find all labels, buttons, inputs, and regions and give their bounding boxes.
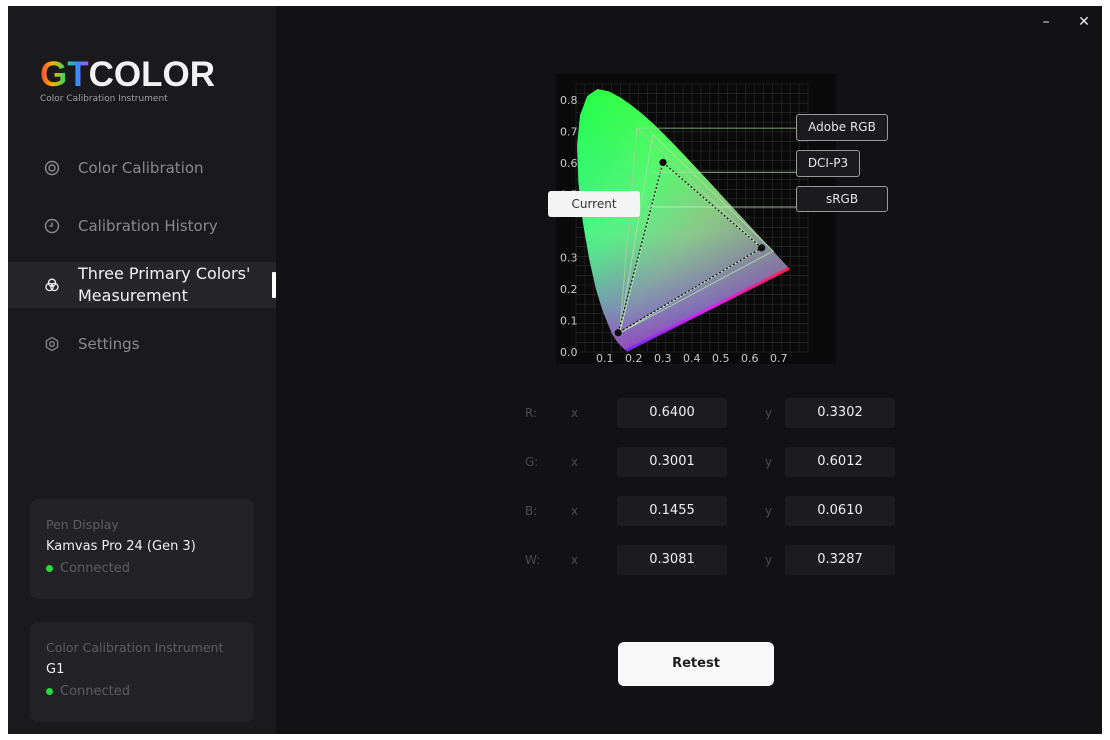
rgb-circles-icon [45,278,59,292]
legend-srgb: sRGB [796,186,888,212]
row-label: W: [525,553,541,567]
gear-icon [45,336,59,352]
r-y-value: 0.3302 [785,398,895,428]
current-point-r [758,244,766,252]
aperture-icon [44,160,60,176]
sidebar-item-three-primary-colors[interactable]: Three Primary Colors' Measurement [8,262,276,308]
w-x-value: 0.3081 [617,545,727,575]
pen-display-status: Connected [46,561,238,576]
instrument-status-text: Connected [60,684,131,699]
status-dot [46,688,53,695]
measurement-row-r: R: x 0.6400 y 0.3302 [525,398,895,428]
x-tick-label: 0.4 [683,352,701,364]
y-tick-label: 0.6 [560,157,578,170]
app-window: GTCOLOR Color Calibration Instrument Col… [8,6,1102,734]
x-label: x [571,406,579,420]
close-button[interactable]: ✕ [1072,10,1096,34]
x-tick-label: 0.5 [712,352,730,364]
y-label: y [765,504,773,518]
measurement-row-g: G: x 0.3001 y 0.6012 [525,447,895,477]
sidebar-item-label: Calibration History [78,217,218,235]
sidebar-item-settings[interactable]: Settings [8,322,276,366]
x-tick-label: 0.3 [654,352,672,364]
y-tick-label: 0.7 [560,125,578,138]
row-label: R: [525,406,538,420]
legend-dci-p3: DCI-P3 [796,150,860,177]
pen-display-status-text: Connected [60,561,131,576]
legend-current: Current [548,191,640,217]
y-tick-label: 0.1 [560,314,578,327]
y-label: y [765,553,773,567]
sidebar: GTCOLOR Color Calibration Instrument Col… [8,6,276,734]
x-tick-label: 0.7 [770,352,788,364]
b-x-value: 0.1455 [617,496,727,526]
retest-button[interactable]: Retest [618,642,774,686]
pen-display-name: Kamvas Pro 24 (Gen 3) [46,539,196,554]
x-label: x [571,553,579,567]
instrument-name: G1 [46,662,65,677]
sidebar-item-label: Three Primary Colors' Measurement [78,264,251,305]
current-point-b [614,329,622,337]
legend-adobe-rgb: Adobe RGB [796,114,888,141]
x-tick-label: 0.6 [741,352,759,364]
logo-color: COLOR [88,55,215,94]
y-label: y [765,406,773,420]
y-tick-label: 0.2 [560,283,578,296]
x-tick-label: 0.2 [625,352,643,364]
row-label: B: [525,504,538,518]
instrument-card: Color Calibration Instrument G1 Connecte… [30,622,254,722]
instrument-status: Connected [46,684,238,699]
logo: GTCOLOR Color Calibration Instrument [40,55,215,104]
logo-mark: GTCOLOR [40,55,215,94]
y-tick-label: 0.0 [560,346,578,359]
x-tick-label: 0.1 [596,352,614,364]
measurement-row-w: W: x 0.3081 y 0.3287 [525,545,895,575]
status-dot [46,565,53,572]
y-label: y [765,455,773,469]
pen-display-label: Pen Display [46,517,119,532]
sidebar-item-label: Color Calibration [78,159,204,177]
current-point-g [659,158,667,167]
logo-gt: GT [40,55,89,94]
g-x-value: 0.3001 [617,447,727,477]
x-label: x [571,504,579,518]
x-label: x [571,455,579,469]
sidebar-item-color-calibration[interactable]: Color Calibration [8,146,276,190]
row-label: G: [525,455,539,469]
g-y-value: 0.6012 [785,447,895,477]
main-panel: – ✕ 0.8 0.7 0.6 0.3 0.2 0.1 0.0 0.1 0.2 … [276,6,1102,734]
y-tick-label: 0.3 [560,251,578,264]
minimize-button[interactable]: – [1034,10,1058,34]
sidebar-item-label: Settings [78,335,140,353]
w-y-value: 0.3287 [785,545,895,575]
sidebar-nav: Color Calibration Calibration History Th… [8,146,276,380]
instrument-label: Color Calibration Instrument [46,640,224,655]
y-tick-label: 0.8 [560,94,578,107]
b-y-value: 0.0610 [785,496,895,526]
sidebar-item-calibration-history[interactable]: Calibration History [8,204,276,248]
logo-subtitle: Color Calibration Instrument [40,94,168,104]
measurement-row-b: B: x 0.1455 y 0.0610 [525,496,895,526]
r-x-value: 0.6400 [617,398,727,428]
chart-svg: 0.80.70.60.50.30.20.10.0 0.10.20.30.40.5… [556,74,836,365]
pen-display-card: Pen Display Kamvas Pro 24 (Gen 3) Connec… [30,499,254,599]
clock-icon [44,218,60,234]
cie-chromaticity-chart: 0.80.70.60.50.30.20.10.0 0.10.20.30.40.5… [556,74,836,365]
